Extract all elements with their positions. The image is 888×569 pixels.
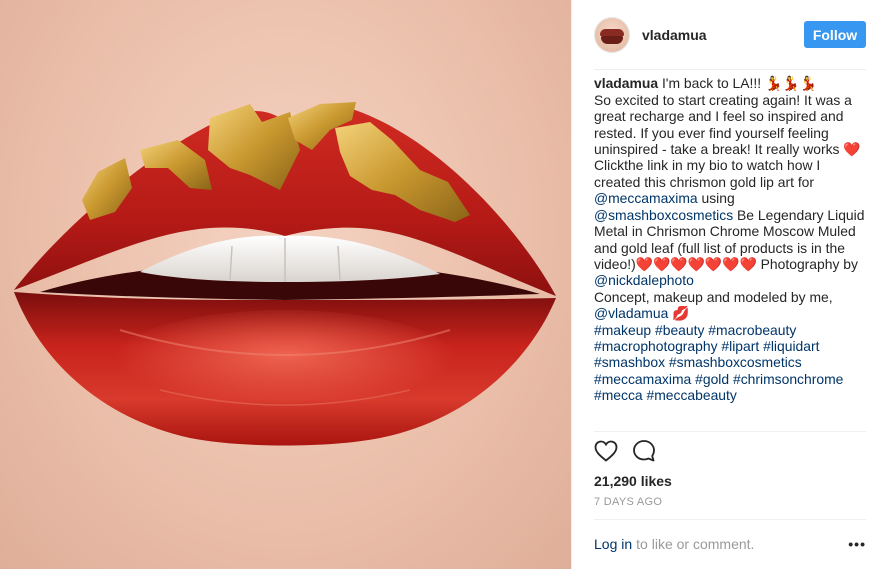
more-options-icon[interactable]: ••• [848, 536, 866, 552]
avatar[interactable] [594, 16, 630, 53]
post-photo[interactable] [0, 0, 571, 569]
caption-text-line1: I'm back to LA!!! 💃💃💃 [658, 75, 817, 92]
follow-button[interactable]: Follow [804, 21, 866, 49]
comment-bubble-icon[interactable] [632, 439, 656, 463]
caption-text-photography: Photography by [756, 255, 858, 272]
login-prompt-text: to like or comment. [636, 536, 755, 553]
mention-smashboxcosmetics[interactable]: @smashboxcosmetics [594, 207, 733, 223]
post-timestamp: 7 DAYS AGO [594, 493, 866, 520]
post-username[interactable]: vladamua [642, 27, 804, 43]
caption-hashtags[interactable]: #makeup #beauty #macrobeauty #macrophoto… [594, 322, 843, 404]
login-link[interactable]: Log in [594, 536, 632, 552]
mention-nickdalephoto[interactable]: @nickdalephoto [594, 272, 694, 288]
caption-text-line3: Clickthe link in my bio to watch how I c… [594, 157, 821, 190]
caption-text-using: using [697, 190, 735, 207]
caption-text-line5: Concept, makeup and modeled by me, [594, 288, 833, 305]
post-footer: Log in to like or comment. ••• [594, 520, 866, 569]
lip-art-image [14, 102, 556, 446]
heart-outline-icon[interactable] [594, 440, 618, 463]
mention-vladamua[interactable]: @vladamua [594, 305, 668, 321]
caption-text-line2: So excited to start creating again! It w… [594, 91, 852, 158]
instagram-post: vladamua Follow vladamua I'm back to LA!… [0, 0, 888, 569]
post-actions [594, 432, 866, 470]
post-header: vladamua Follow [594, 0, 866, 71]
caption-author[interactable]: vladamua [594, 75, 658, 91]
likes-count[interactable]: 21,290 likes [594, 471, 866, 491]
post-caption: vladamua I'm back to LA!!! 💃💃💃 So excite… [594, 70, 866, 433]
heart-emoji: ❤️ [843, 141, 861, 158]
hearts-emoji: ❤️❤️❤️❤️❤️❤️❤️ [635, 255, 757, 272]
post-sidebar: vladamua Follow vladamua I'm back to LA!… [571, 0, 888, 569]
mention-meccamaxima[interactable]: @meccamaxima [594, 190, 698, 206]
kiss-emoji: 💋 [668, 305, 690, 322]
